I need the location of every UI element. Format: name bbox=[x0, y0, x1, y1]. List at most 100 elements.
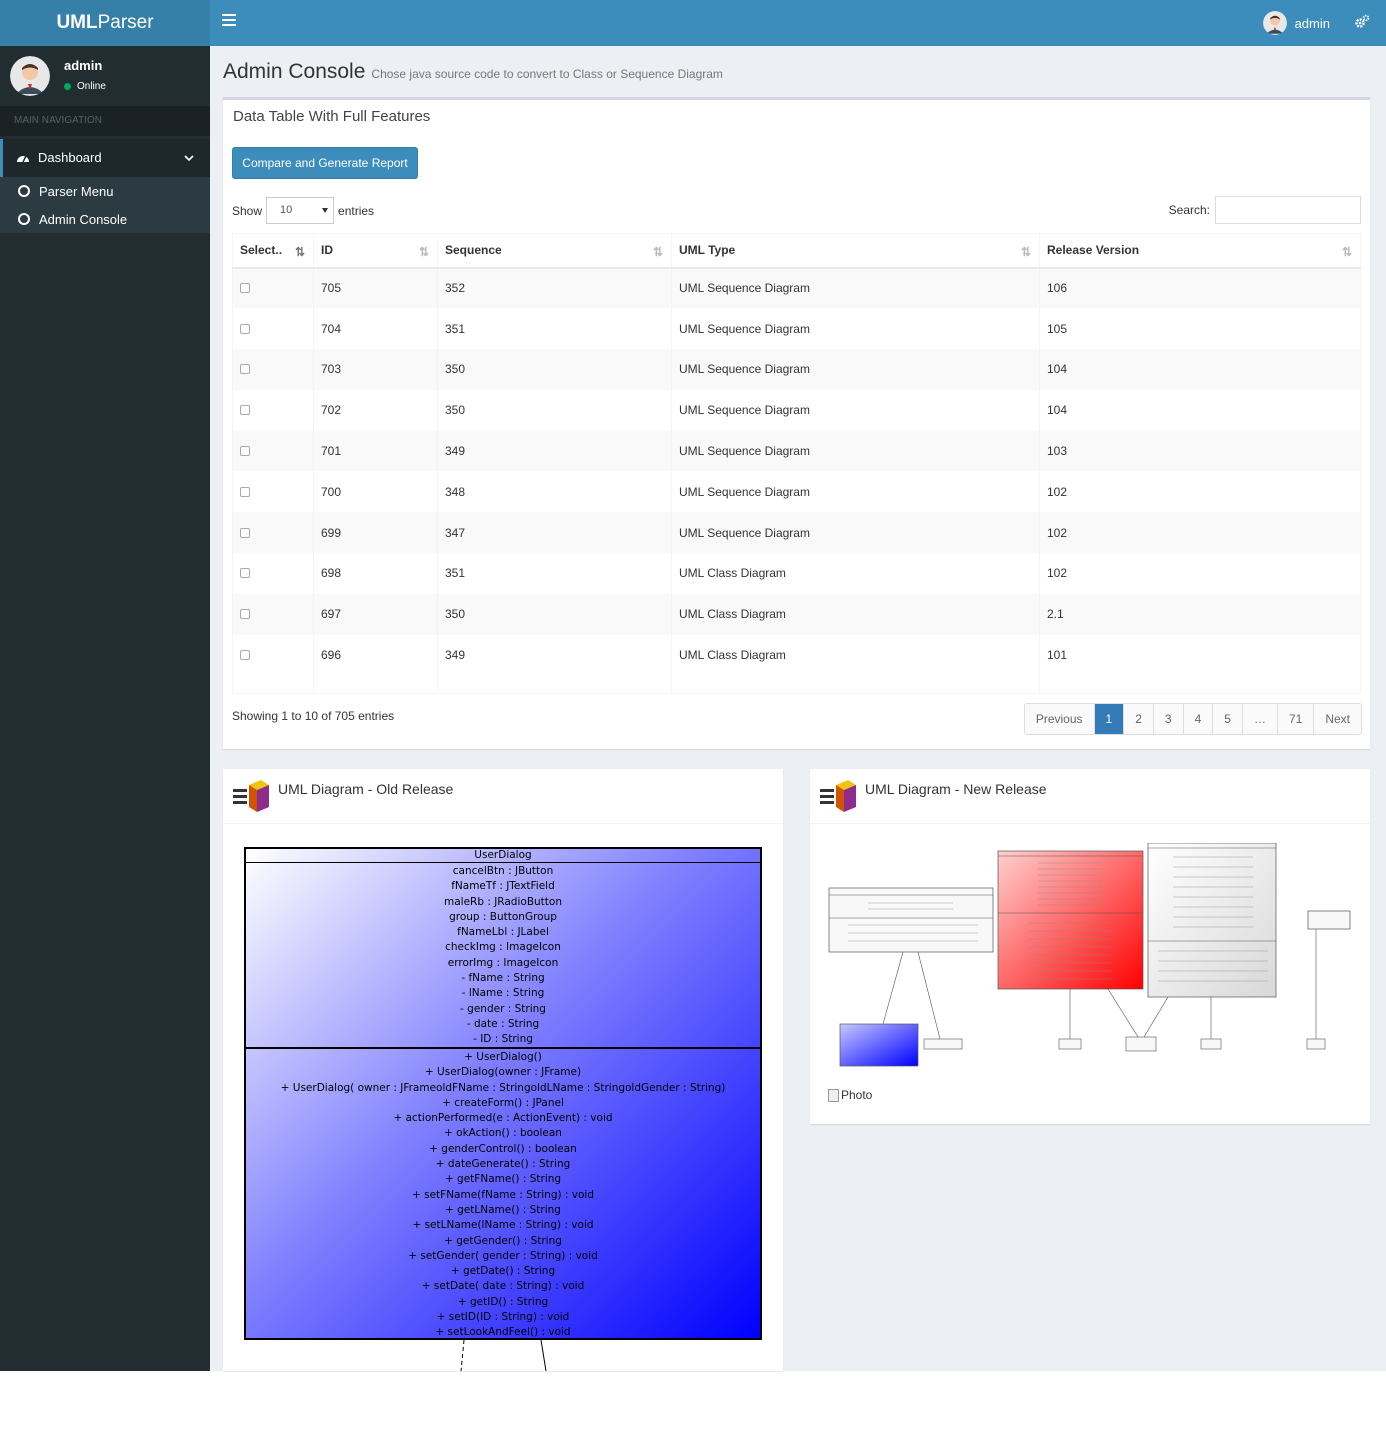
table-row-filler bbox=[232, 675, 1361, 694]
page-title: Admin Console Chose java source code to c… bbox=[223, 60, 723, 83]
class-operation: + setLookAndFeel() : void bbox=[435, 1326, 571, 1339]
class-attribute: group : ButtonGroup bbox=[449, 910, 557, 923]
search-input[interactable] bbox=[1215, 196, 1361, 224]
row-checkbox[interactable] bbox=[240, 323, 250, 334]
class-operation: + UserDialog(owner : JFrame) bbox=[424, 1066, 582, 1079]
compare-generate-button[interactable]: Compare and Generate Report bbox=[232, 147, 418, 179]
row-checkbox[interactable] bbox=[240, 405, 250, 416]
column-header-id[interactable]: ID ⇅ bbox=[313, 233, 438, 269]
table-row: 704 351 UML Sequence Diagram 105 bbox=[232, 308, 1361, 350]
class-attribute: maleRb : JRadioButton bbox=[444, 895, 562, 908]
table-row: 699 347 UML Sequence Diagram 102 bbox=[232, 512, 1361, 554]
class-attribute: checkImg : ImageIcon bbox=[445, 941, 561, 954]
sidebar-item-admin-console[interactable]: Admin Console bbox=[0, 205, 210, 233]
class-attribute: cancelBtn : JButton bbox=[452, 865, 554, 877]
sidebar: admin Online MAIN NAVIGATION Dashboard P… bbox=[0, 46, 210, 1371]
row-checkbox[interactable] bbox=[240, 283, 250, 294]
page-2[interactable]: 2 bbox=[1124, 704, 1154, 734]
class-operation: + setLName(lName : String) : void bbox=[412, 1219, 594, 1232]
sidebar-username: admin bbox=[64, 58, 103, 73]
gears-icon[interactable] bbox=[1354, 14, 1370, 30]
chevron-down-icon bbox=[184, 155, 194, 162]
dashboard-submenu: Parser Menu Admin Console bbox=[0, 177, 210, 233]
page-4[interactable]: 4 bbox=[1183, 704, 1214, 734]
page-3[interactable]: 3 bbox=[1153, 704, 1184, 734]
page-previous[interactable]: Previous bbox=[1024, 704, 1095, 734]
page-1[interactable]: 1 bbox=[1094, 704, 1125, 734]
datatable-title: Data Table With Full Features bbox=[233, 108, 431, 125]
class-operation: + getFName() : String bbox=[444, 1173, 562, 1186]
class-operation: + setGender( gender : String) : void bbox=[408, 1249, 598, 1262]
class-operation: + getID() : String bbox=[457, 1295, 549, 1308]
association-lines bbox=[460, 1340, 547, 1371]
topbar-username: admin bbox=[1294, 15, 1330, 31]
table-row: 703 350 UML Sequence Diagram 104 bbox=[232, 349, 1361, 390]
class-attribute: errorImg : ImageIcon bbox=[447, 956, 559, 969]
new-release-title: UML Diagram - New Release bbox=[865, 781, 1047, 797]
class-operation: + setID(ID : String) : void bbox=[436, 1311, 570, 1324]
column-header-uml-type[interactable]: UML Type ⇅ bbox=[671, 233, 1040, 269]
class-attribute: - gender : String bbox=[460, 1002, 546, 1015]
sidebar-toggle-icon[interactable] bbox=[222, 14, 236, 28]
row-checkbox[interactable] bbox=[240, 568, 250, 579]
old-release-title: UML Diagram - Old Release bbox=[278, 781, 454, 797]
dashboard-icon bbox=[17, 155, 29, 163]
class-attribute: fNameTf : JTextField bbox=[451, 880, 555, 893]
table-info: Showing 1 to 10 of 705 entries bbox=[232, 709, 395, 723]
page-5[interactable]: 5 bbox=[1213, 704, 1243, 734]
row-checkbox[interactable] bbox=[240, 486, 250, 497]
data-table: Select.. ⇅ ID ⇅ Sequence ⇅ UML Type ⇅ Releas… bbox=[232, 233, 1361, 694]
page-next[interactable]: Next bbox=[1314, 704, 1361, 734]
class-operation: + UserDialog() bbox=[464, 1051, 542, 1063]
sidebar-item-parser-menu[interactable]: Parser Menu bbox=[0, 177, 210, 205]
page-subtitle: Chose java source code to convert to Cla… bbox=[371, 67, 723, 81]
pagination: Previous 1 2 3 4 5 … 71 Next bbox=[1023, 703, 1362, 735]
broken-photo-image: Photo bbox=[828, 1088, 872, 1102]
class-operation: + okAction() : boolean bbox=[444, 1127, 562, 1140]
broken-image-icon bbox=[828, 1088, 839, 1102]
class-attribute: - date : String bbox=[466, 1017, 540, 1030]
class-attributes: cancelBtn : JButton fNameTf : JTextField… bbox=[246, 863, 760, 1049]
uml-cube-icon bbox=[820, 780, 856, 812]
avatar bbox=[10, 56, 50, 96]
column-header-release-version[interactable]: Release Version ⇅ bbox=[1039, 233, 1361, 269]
class-operation: + setFName(fName : String) : void bbox=[411, 1188, 595, 1201]
page-71[interactable]: 71 bbox=[1277, 704, 1315, 734]
sort-icon: ⇅ bbox=[652, 245, 663, 259]
class-operation: + dateGenerate() : String bbox=[435, 1158, 571, 1171]
class-operation: + getLName() : String bbox=[445, 1203, 561, 1216]
circle-icon bbox=[18, 213, 30, 225]
class-operation: + setDate( date : String) : void bbox=[421, 1280, 585, 1293]
row-checkbox[interactable] bbox=[240, 527, 250, 538]
class-operation: + UserDialog( owner : JFrameoldFName : S… bbox=[280, 1081, 726, 1094]
row-checkbox[interactable] bbox=[240, 446, 250, 457]
caret-down-icon bbox=[322, 208, 329, 213]
sidebar-item-dashboard[interactable]: Dashboard bbox=[0, 139, 210, 177]
row-checkbox[interactable] bbox=[240, 650, 250, 661]
table-row: 698 351 UML Class Diagram 102 bbox=[232, 553, 1361, 594]
class-operation: + actionPerformed(e : ActionEvent) : voi… bbox=[393, 1112, 613, 1125]
table-row: 700 348 UML Sequence Diagram 102 bbox=[232, 471, 1361, 513]
column-header-select[interactable]: Select.. ⇅ bbox=[232, 233, 314, 269]
datatable-box: Data Table With Full Features Compare an… bbox=[223, 97, 1370, 749]
online-dot-icon bbox=[64, 83, 71, 90]
entries-select[interactable]: 10 bbox=[266, 197, 335, 224]
nav-header: MAIN NAVIGATION bbox=[0, 106, 210, 136]
uml-class-box: UserDialog cancelBtn : JButton fNameTf :… bbox=[244, 847, 762, 1340]
uml-cube-icon bbox=[233, 780, 269, 812]
row-checkbox[interactable] bbox=[240, 609, 250, 620]
table-row: 702 350 UML Sequence Diagram 104 bbox=[232, 389, 1361, 431]
uml-class-diagram-thumbnail bbox=[828, 843, 1351, 1067]
table-row: 705 352 UML Sequence Diagram 106 bbox=[232, 267, 1361, 309]
sort-asc-icon: ⇅ bbox=[294, 245, 305, 259]
user-menu[interactable]: admin bbox=[1262, 10, 1330, 36]
table-row: 701 349 UML Sequence Diagram 103 bbox=[232, 430, 1361, 472]
circle-icon bbox=[18, 185, 30, 197]
row-checkbox[interactable] bbox=[240, 364, 250, 375]
app-logo[interactable]: UMLParser bbox=[0, 0, 210, 46]
content-wrapper: Admin Console Chose java source code to c… bbox=[210, 46, 1386, 1371]
column-header-sequence[interactable]: Sequence ⇅ bbox=[437, 233, 672, 269]
table-row: 696 349 UML Class Diagram 101 bbox=[232, 634, 1361, 676]
class-operation: + createForm() : JPanel bbox=[442, 1096, 564, 1109]
avatar bbox=[1262, 11, 1287, 35]
